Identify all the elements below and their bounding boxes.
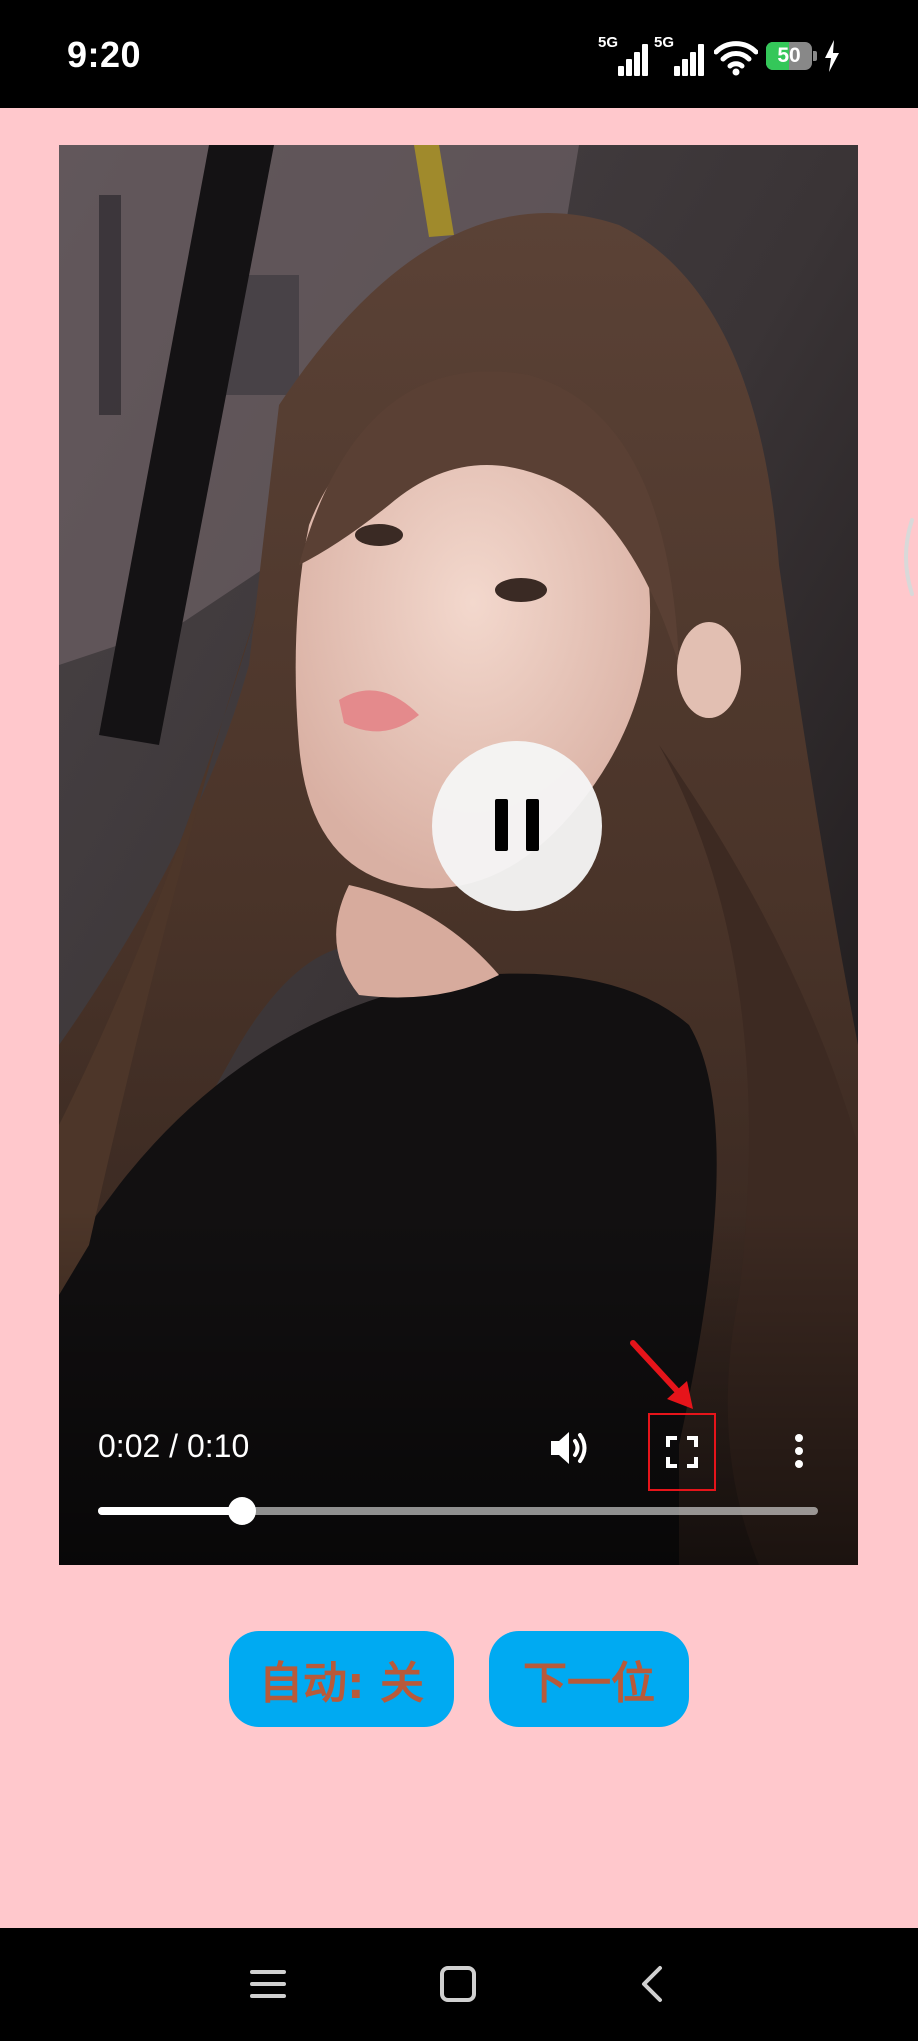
- status-bar: 9:20 5G 5G 50: [0, 0, 918, 108]
- signal-5g-icon: 5G: [598, 34, 652, 76]
- pause-button[interactable]: [432, 741, 602, 911]
- annotation-arrow-icon: [630, 1340, 693, 1409]
- navigation-bar: [0, 1928, 918, 2041]
- battery-level: 50: [777, 44, 801, 67]
- current-time: 0:02: [98, 1428, 161, 1464]
- volume-icon[interactable]: [547, 1425, 593, 1471]
- time-separator: /: [160, 1428, 187, 1464]
- status-icons: 5G 5G 50: [598, 34, 848, 76]
- signal-5g-icon: 5G: [654, 34, 708, 76]
- time-display: 0:02 / 0:10: [98, 1428, 249, 1465]
- fullscreen-button[interactable]: [648, 1413, 716, 1491]
- status-time: 9:20: [67, 34, 142, 75]
- progress-thumb[interactable]: [228, 1497, 256, 1525]
- back-icon[interactable]: [632, 1964, 672, 2004]
- fullscreen-icon: [666, 1436, 698, 1468]
- progress-bar[interactable]: [98, 1497, 818, 1525]
- home-icon[interactable]: [438, 1964, 478, 2004]
- pause-icon-bar: [526, 799, 539, 851]
- duration: 0:10: [186, 1428, 250, 1464]
- progress-fill: [98, 1507, 242, 1515]
- charging-bolt-icon: [824, 40, 840, 72]
- battery-icon: 50: [766, 42, 818, 70]
- more-options-icon[interactable]: [789, 1433, 809, 1469]
- pause-icon: [495, 799, 508, 851]
- auto-toggle-button[interactable]: 自动: 关: [229, 1631, 454, 1727]
- next-button[interactable]: 下一位: [489, 1631, 689, 1727]
- menu-icon[interactable]: [248, 1964, 288, 2004]
- video-player[interactable]: 0:02 / 0:10: [59, 145, 858, 1565]
- edge-gesture-handle[interactable]: [896, 518, 916, 596]
- wifi-icon: [713, 40, 759, 76]
